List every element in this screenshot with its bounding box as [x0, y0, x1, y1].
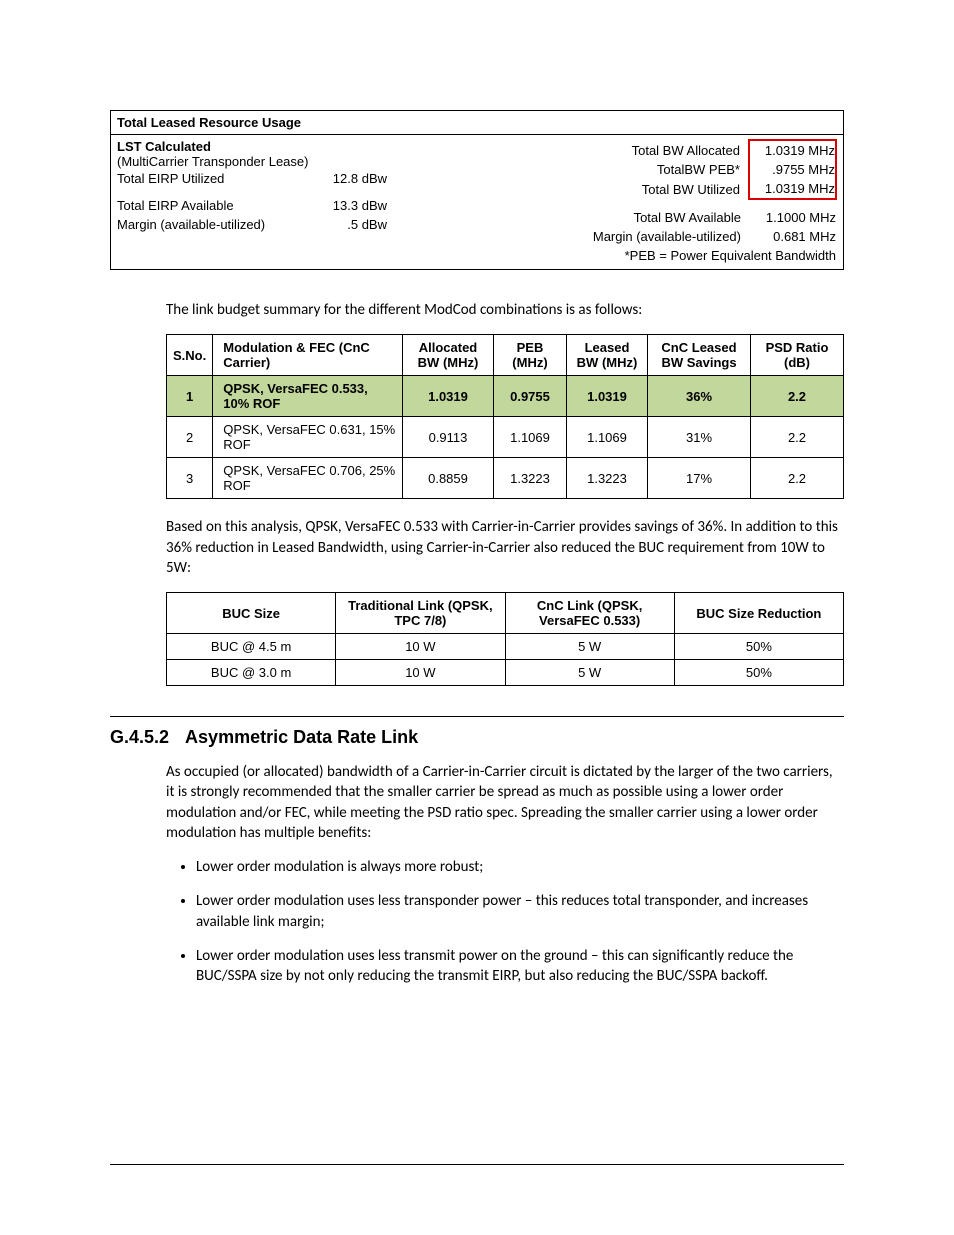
col-abw: Allocated BW (MHz): [403, 335, 494, 376]
res-left-row: Margin (available-utilized).5 dBw: [117, 215, 407, 234]
section-heading: G.4.5.2 Asymmetric Data Rate Link: [110, 716, 844, 748]
footer-rule: [110, 1164, 844, 1165]
res-right-row: Total BW Allocated1.0319 MHz: [407, 140, 836, 160]
table-row: BUC @ 4.5 m10 W5 W50%: [167, 634, 844, 660]
list-item: Lower order modulation uses less transpo…: [196, 891, 844, 932]
col-red: BUC Size Reduction: [674, 593, 843, 634]
res-right-row: Total BW Utilized1.0319 MHz: [407, 179, 836, 199]
analysis-paragraph: Based on this analysis, QPSK, VersaFEC 0…: [166, 517, 844, 578]
intro-paragraph: The link budget summary for the differen…: [166, 300, 844, 320]
col-mod: Modulation & FEC (CnC Carrier): [213, 335, 403, 376]
res-left-row: Total EIRP Utilized12.8 dBw: [117, 169, 407, 188]
res-right-row: TotalBW PEB*.9755 MHz: [407, 160, 836, 179]
col-peb: PEB (MHz): [494, 335, 567, 376]
bullet-list: Lower order modulation is always more ro…: [166, 857, 844, 986]
buc-table: BUC Size Traditional Link (QPSK, TPC 7/8…: [166, 592, 844, 686]
lst-header: LST Calculated: [117, 139, 407, 154]
table-row: 1QPSK, VersaFEC 0.533, 10% ROF1.03190.97…: [167, 376, 844, 417]
section-number: G.4.5.2: [110, 727, 169, 747]
resource-left-col: LST Calculated (MultiCarrier Transponder…: [117, 139, 407, 265]
res-left-row: Total EIRP Available13.3 dBw: [117, 188, 407, 215]
resource-right-col: Total BW Allocated1.0319 MHz TotalBW PEB…: [407, 139, 837, 265]
list-item: Lower order modulation uses less transmi…: [196, 946, 844, 987]
res-right-row: Margin (available-utilized)0.681 MHz: [407, 227, 836, 246]
col-sno: S.No.: [167, 335, 213, 376]
section-paragraph: As occupied (or allocated) bandwidth of …: [166, 762, 844, 843]
section-title: Asymmetric Data Rate Link: [185, 727, 418, 747]
modcod-table: S.No. Modulation & FEC (CnC Carrier) All…: [166, 334, 844, 499]
resource-title: Total Leased Resource Usage: [111, 111, 843, 135]
col-psd: PSD Ratio (dB): [751, 335, 844, 376]
page: Total Leased Resource Usage LST Calculat…: [0, 0, 954, 1235]
peb-footnote: *PEB = Power Equivalent Bandwidth: [407, 246, 836, 265]
col-cnc: CnC Link (QPSK, VersaFEC 0.533): [505, 593, 674, 634]
lst-sub: (MultiCarrier Transponder Lease): [117, 154, 407, 169]
col-buc: BUC Size: [167, 593, 336, 634]
res-right-row: Total BW Available1.1000 MHz: [407, 199, 836, 227]
col-sav: CnC Leased BW Savings: [648, 335, 751, 376]
col-trad: Traditional Link (QPSK, TPC 7/8): [336, 593, 505, 634]
table-row: 2QPSK, VersaFEC 0.631, 15% ROF0.91131.10…: [167, 417, 844, 458]
table-row: 3QPSK, VersaFEC 0.706, 25% ROF0.88591.32…: [167, 458, 844, 499]
table-row: BUC @ 3.0 m10 W5 W50%: [167, 660, 844, 686]
list-item: Lower order modulation is always more ro…: [196, 857, 844, 877]
resource-usage-box: Total Leased Resource Usage LST Calculat…: [110, 110, 844, 270]
col-lbw: Leased BW (MHz): [567, 335, 648, 376]
